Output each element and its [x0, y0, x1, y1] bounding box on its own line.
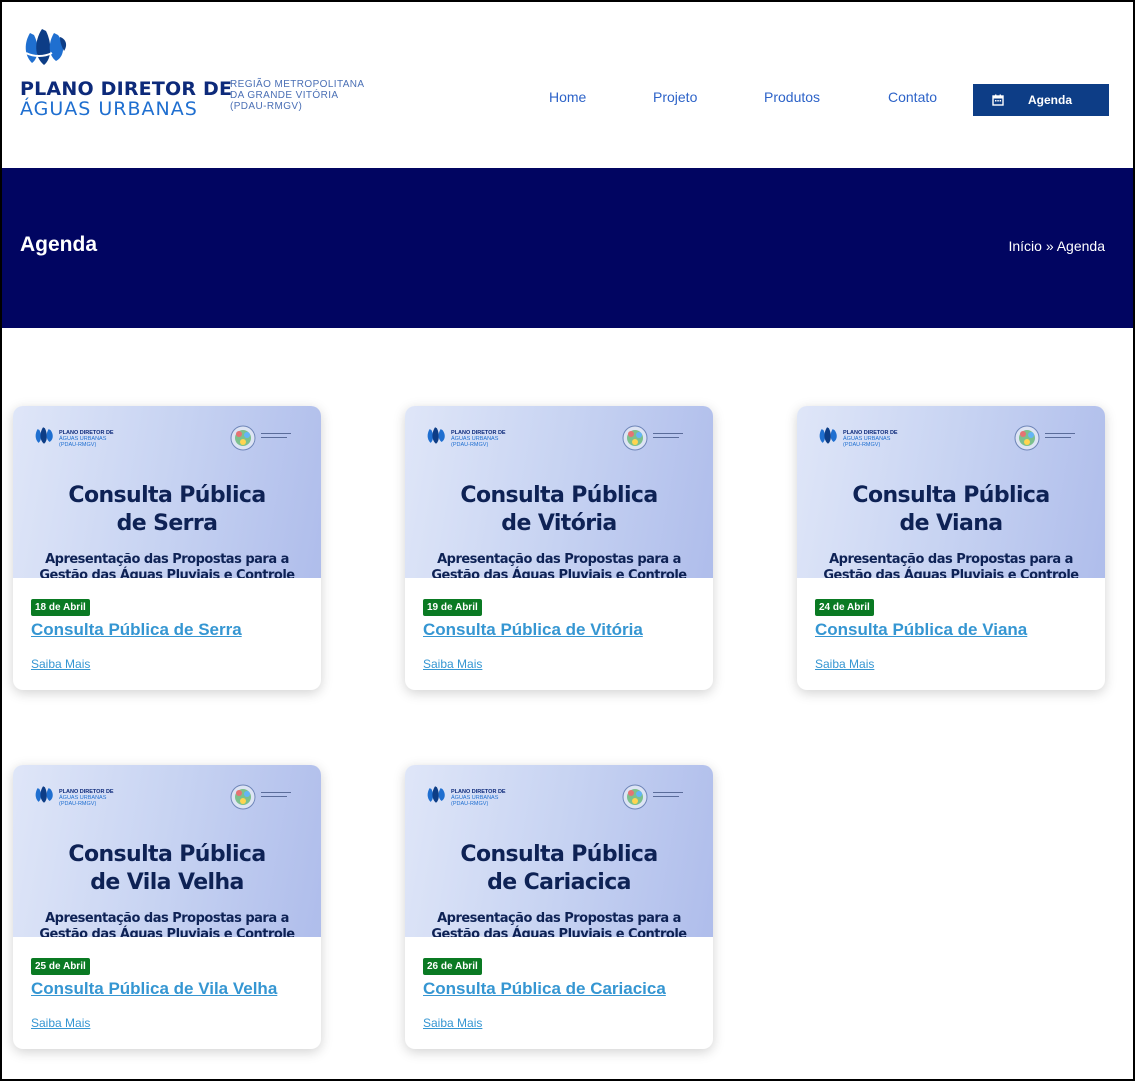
thumbnail-subtitle-line: Apresentação das Propostas para a	[829, 552, 1073, 567]
state-seal-icon	[230, 425, 256, 451]
event-card[interactable]: PLANO DIRETOR DE ÁGUAS URBANAS (PDAU-RMG…	[405, 406, 713, 690]
logo-subtitle: REGIÃO METROPOLITANA DA GRANDE VITÓRIA (…	[230, 79, 390, 112]
logo-title-line2: ÁGUAS URBANAS	[20, 98, 198, 120]
calendar-icon	[992, 94, 1004, 106]
read-more-link[interactable]: Saiba Mais	[815, 657, 874, 671]
event-thumbnail[interactable]: PLANO DIRETOR DE ÁGUAS URBANAS (PDAU-RMG…	[13, 765, 321, 937]
event-card[interactable]: PLANO DIRETOR DE ÁGUAS URBANAS (PDAU-RMG…	[13, 406, 321, 690]
water-drops-logo-icon	[427, 427, 445, 444]
agenda-button-label: Agenda	[1028, 93, 1073, 107]
water-drops-logo-icon	[20, 27, 68, 69]
thumbnail-title-line: Consulta Pública	[852, 483, 1050, 508]
thumbnail-logo-line: (PDAU-RMGV)	[59, 442, 97, 448]
nav-projeto[interactable]: Projeto	[653, 89, 697, 105]
event-title-link[interactable]: Consulta Pública de Serra	[31, 620, 242, 640]
thumbnail-title-line: Consulta Pública	[68, 842, 266, 867]
thumbnail-subtitle-line: Apresentação das Propostas para a	[45, 552, 289, 567]
state-seal-icon	[1014, 425, 1040, 451]
thumbnail-subtitle-line: Apresentação das Propostas para a	[437, 911, 681, 926]
state-seal-icon	[230, 784, 256, 810]
event-title-link[interactable]: Consulta Pública de Vila Velha	[31, 979, 277, 999]
thumbnail-subtitle-line: Gestão das Águas Pluviais e Controle	[39, 927, 295, 937]
water-drops-logo-icon	[427, 786, 445, 803]
thumbnail-title: Consulta Pública de Vitória	[405, 482, 713, 538]
logo-subtitle-line: (PDAU-RMGV)	[230, 101, 303, 112]
event-thumbnail[interactable]: PLANO DIRETOR DE ÁGUAS URBANAS (PDAU-RMG…	[13, 406, 321, 578]
nav-contato[interactable]: Contato	[888, 89, 937, 105]
thumbnail-logo-text: PLANO DIRETOR DE ÁGUAS URBANAS (PDAU-RMG…	[59, 789, 114, 807]
thumbnail-subtitle-line: Apresentação das Propostas para a	[45, 911, 289, 926]
thumbnail-title: Consulta Pública de Viana	[797, 482, 1105, 538]
thumbnail-title-line: de Cariacica	[487, 870, 631, 895]
thumbnail-title: Consulta Pública de Cariacica	[405, 841, 713, 897]
date-badge: 26 de Abril	[423, 958, 482, 975]
event-card[interactable]: PLANO DIRETOR DE ÁGUAS URBANAS (PDAU-RMG…	[13, 765, 321, 1049]
state-seal-icon	[622, 425, 648, 451]
date-badge: 18 de Abril	[31, 599, 90, 616]
event-thumbnail[interactable]: PLANO DIRETOR DE ÁGUAS URBANAS (PDAU-RMG…	[405, 765, 713, 937]
thumbnail-subtitle-line: Gestão das Águas Pluviais e Controle	[39, 568, 295, 578]
nav-produtos[interactable]: Produtos	[764, 89, 820, 105]
thumbnail-title-line: de Serra	[116, 511, 218, 536]
thumbnail-logo-line: (PDAU-RMGV)	[451, 442, 489, 448]
thumbnail-title-line: Consulta Pública	[460, 842, 658, 867]
water-drops-logo-icon	[35, 786, 53, 803]
event-title-link[interactable]: Consulta Pública de Vitória	[423, 620, 643, 640]
read-more-link[interactable]: Saiba Mais	[31, 1016, 90, 1030]
read-more-link[interactable]: Saiba Mais	[423, 1016, 482, 1030]
nav-home[interactable]: Home	[549, 89, 586, 105]
agenda-button[interactable]: Agenda	[973, 84, 1109, 116]
thumbnail-subtitle: Apresentação das Propostas para a Gestão…	[797, 552, 1105, 578]
water-drops-logo-icon	[35, 427, 53, 444]
water-drops-logo-icon	[819, 427, 837, 444]
thumbnail-subtitle-line: Apresentação das Propostas para a	[437, 552, 681, 567]
thumbnail-subtitle: Apresentação das Propostas para a Gestão…	[13, 552, 321, 578]
thumbnail-title-line: de Vila Velha	[90, 870, 244, 895]
page-banner: Agenda Início » Agenda	[0, 168, 1135, 328]
event-card[interactable]: PLANO DIRETOR DE ÁGUAS URBANAS (PDAU-RMG…	[797, 406, 1105, 690]
page-title: Agenda	[20, 233, 98, 256]
thumbnail-title-line: Consulta Pública	[460, 483, 658, 508]
thumbnail-subtitle: Apresentação das Propostas para a Gestão…	[405, 911, 713, 937]
thumbnail-title: Consulta Pública de Vila Velha	[13, 841, 321, 897]
state-seal-icon	[622, 784, 648, 810]
logo-subtitle-line: DA GRANDE VITÓRIA	[230, 90, 339, 101]
thumbnail-logo-text: PLANO DIRETOR DE ÁGUAS URBANAS (PDAU-RMG…	[59, 430, 114, 448]
thumbnail-subtitle: Apresentação das Propostas para a Gestão…	[405, 552, 713, 578]
thumbnail-logo-text: PLANO DIRETOR DE ÁGUAS URBANAS (PDAU-RMG…	[451, 789, 506, 807]
thumbnail-title-line: Consulta Pública	[68, 483, 266, 508]
thumbnail-seal-text	[261, 432, 291, 438]
thumbnail-logo-text: PLANO DIRETOR DE ÁGUAS URBANAS (PDAU-RMG…	[451, 430, 506, 448]
thumbnail-logo-line: (PDAU-RMGV)	[843, 442, 881, 448]
date-badge: 24 de Abril	[815, 599, 874, 616]
thumbnail-title: Consulta Pública de Serra	[13, 482, 321, 538]
thumbnail-title-line: de Vitória	[501, 511, 617, 536]
thumbnail-seal-text	[653, 791, 683, 797]
thumbnail-subtitle: Apresentação das Propostas para a Gestão…	[13, 911, 321, 937]
read-more-link[interactable]: Saiba Mais	[31, 657, 90, 671]
event-thumbnail[interactable]: PLANO DIRETOR DE ÁGUAS URBANAS (PDAU-RMG…	[405, 406, 713, 578]
logo-title-line1: PLANO DIRETOR DE	[20, 78, 233, 100]
event-title-link[interactable]: Consulta Pública de Viana	[815, 620, 1027, 640]
breadcrumb[interactable]: Início » Agenda	[1008, 238, 1105, 254]
thumbnail-subtitle-line: Gestão das Águas Pluviais e Controle	[431, 927, 687, 937]
logo-subtitle-line: REGIÃO METROPOLITANA	[230, 79, 365, 90]
event-card[interactable]: PLANO DIRETOR DE ÁGUAS URBANAS (PDAU-RMG…	[405, 765, 713, 1049]
thumbnail-subtitle-line: Gestão das Águas Pluviais e Controle	[823, 568, 1079, 578]
event-title-link[interactable]: Consulta Pública de Cariacica	[423, 979, 666, 999]
thumbnail-logo-line: (PDAU-RMGV)	[451, 801, 489, 807]
date-badge: 25 de Abril	[31, 958, 90, 975]
thumbnail-subtitle-line: Gestão das Águas Pluviais e Controle	[431, 568, 687, 578]
thumbnail-seal-text	[261, 791, 291, 797]
thumbnail-logo-line: (PDAU-RMGV)	[59, 801, 97, 807]
thumbnail-logo-text: PLANO DIRETOR DE ÁGUAS URBANAS (PDAU-RMG…	[843, 430, 898, 448]
thumbnail-title-line: de Viana	[899, 511, 1003, 536]
site-header: PLANO DIRETOR DE ÁGUAS URBANAS REGIÃO ME…	[0, 0, 1135, 168]
thumbnail-seal-text	[1045, 432, 1075, 438]
read-more-link[interactable]: Saiba Mais	[423, 657, 482, 671]
thumbnail-seal-text	[653, 432, 683, 438]
event-thumbnail[interactable]: PLANO DIRETOR DE ÁGUAS URBANAS (PDAU-RMG…	[797, 406, 1105, 578]
date-badge: 19 de Abril	[423, 599, 482, 616]
